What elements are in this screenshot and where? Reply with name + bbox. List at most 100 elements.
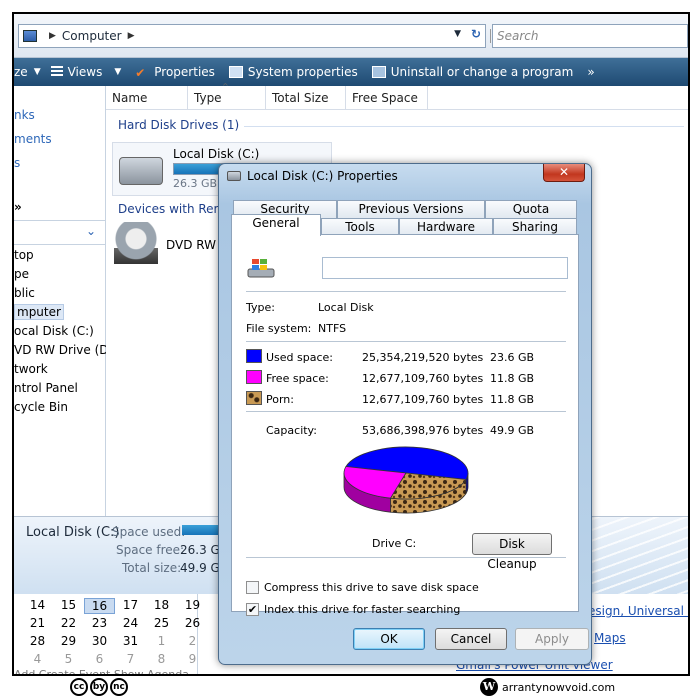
search-input[interactable]: Search — [490, 24, 688, 48]
calendar-day[interactable]: 22 — [53, 616, 84, 630]
hard-drive-icon — [119, 157, 163, 185]
calendar-day-today[interactable]: 16 — [84, 598, 115, 614]
disk-cleanup-button[interactable]: Disk Cleanup — [472, 533, 552, 571]
calendar-week-row: 28 29 30 31 1 2 — [22, 634, 208, 648]
compress-checkbox[interactable] — [246, 581, 259, 594]
tab-previous-versions[interactable]: Previous Versions — [337, 200, 485, 218]
drive-caption: Drive C: — [372, 537, 417, 550]
ok-button[interactable]: OK — [353, 628, 425, 650]
calendar-day[interactable]: 5 — [53, 652, 84, 666]
apply-button[interactable]: Apply — [515, 628, 589, 650]
column-type-label: Type — [194, 91, 222, 105]
more-favorites-button[interactable]: » — [14, 200, 22, 214]
calendar-day[interactable]: 7 — [115, 652, 146, 666]
uninstall-button[interactable]: Uninstall or change a program — [371, 65, 573, 79]
calendar-week-row: 21 22 23 24 25 26 — [22, 616, 208, 630]
tab-quota[interactable]: Quota — [485, 200, 577, 218]
tree-item-computer[interactable]: mputer — [14, 304, 64, 320]
calendar-day[interactable]: 24 — [115, 616, 146, 630]
chevron-down-icon[interactable]: ▼ — [454, 29, 461, 39]
calendar-day[interactable]: 19 — [177, 598, 208, 614]
views-button[interactable]: Views ▼ — [50, 65, 121, 79]
column-headers: Name Type ^ Total Size Free Space — [106, 82, 688, 110]
compress-label[interactable]: Compress this drive to save disk space — [264, 581, 479, 594]
calendar-day[interactable]: 4 — [22, 652, 53, 666]
free-space-bytes: 12,677,109,760 bytes — [362, 372, 484, 385]
capacity-label: Capacity: — [266, 424, 317, 437]
breadcrumb-computer[interactable]: Computer — [62, 29, 122, 43]
calendar-day[interactable]: 8 — [146, 652, 177, 666]
cancel-button[interactable]: Cancel — [435, 628, 507, 650]
tree-item-network[interactable]: twork — [14, 362, 48, 376]
refresh-icon[interactable]: ↻ — [471, 27, 481, 41]
close-button[interactable]: ✕ — [543, 164, 585, 182]
background-link-maps[interactable]: Maps — [594, 631, 626, 645]
properties-button[interactable]: ✔ Properties — [135, 65, 215, 80]
calendar-day[interactable]: 21 — [22, 616, 53, 630]
file-system-value: NTFS — [318, 322, 347, 335]
tree-item-control-panel[interactable]: ntrol Panel — [14, 381, 78, 395]
tree-item-desktop[interactable]: top — [14, 248, 34, 262]
group-header-hard-disks[interactable]: Hard Disk Drives (1) — [118, 118, 239, 132]
nav-divider — [14, 244, 106, 245]
calendar-gadget: 14 15 16 17 18 19 21 22 23 24 25 26 28 2… — [14, 594, 200, 674]
calendar-day[interactable]: 26 — [177, 616, 208, 630]
calendar-day[interactable]: 17 — [115, 598, 146, 614]
calendar-day[interactable]: 15 — [53, 598, 84, 614]
more-commands-button[interactable]: » — [587, 65, 594, 79]
porn-gb: 11.8 GB — [490, 393, 535, 406]
calendar-day[interactable]: 30 — [84, 634, 115, 648]
calendar-day[interactable]: 14 — [22, 598, 53, 614]
calendar-day[interactable]: 9 — [177, 652, 208, 666]
calendar-day[interactable]: 28 — [22, 634, 53, 648]
tree-item-local-disk[interactable]: ocal Disk (C:) — [14, 324, 94, 338]
views-label: Views — [67, 65, 103, 79]
dvd-drive-icon[interactable] — [114, 222, 158, 264]
command-bar: ze ▼ Views ▼ ✔ Properties System propert… — [14, 58, 688, 86]
tree-item-public[interactable]: blic — [14, 286, 35, 300]
dialog-titlebar[interactable]: Local Disk (C:) Properties — [227, 169, 398, 183]
drive-label-input[interactable] — [322, 257, 568, 279]
sort-arrow-icon: ^ — [222, 82, 229, 91]
calendar-day[interactable]: 6 — [84, 652, 115, 666]
address-bar[interactable]: ▶ Computer ▶ ▼ ↻ — [18, 24, 486, 48]
calendar-day[interactable]: 18 — [146, 598, 177, 614]
chevron-down-icon[interactable]: ⌄ — [86, 224, 96, 238]
column-total-size[interactable]: Total Size — [266, 86, 346, 109]
system-properties-button[interactable]: System properties — [228, 65, 358, 79]
creative-commons-icon: cc — [70, 678, 88, 696]
free-space-swatch — [246, 370, 262, 384]
tab-general[interactable]: General — [231, 214, 321, 236]
breadcrumb-arrow-icon[interactable]: ▶ — [128, 31, 135, 41]
calendar-day[interactable]: 29 — [53, 634, 84, 648]
calendar-footer[interactable]: Add Create Event Show Agenda — [14, 668, 189, 674]
favorite-link-more[interactable]: s — [14, 156, 20, 170]
capacity-bytes: 53,686,398,976 bytes — [362, 424, 484, 437]
tree-item-recycle-bin[interactable]: cycle Bin — [14, 400, 68, 414]
watermark-logo: W arrantynowvoid.com — [480, 678, 615, 696]
favorite-link-links[interactable]: nks — [14, 108, 35, 122]
details-total-size-label: Total size: — [122, 561, 182, 575]
organize-button[interactable]: ze ▼ — [14, 65, 41, 79]
calendar-week-row: 14 15 16 17 18 19 — [22, 598, 208, 614]
calendar-day[interactable]: 31 — [115, 634, 146, 648]
favorite-link-documents[interactable]: ments — [14, 132, 52, 146]
properties-label: Properties — [154, 65, 215, 79]
breadcrumb-arrow-icon[interactable]: ▶ — [49, 31, 56, 41]
group-header-removable[interactable]: Devices with Remo — [118, 202, 233, 216]
calendar-day[interactable]: 23 — [84, 616, 115, 630]
porn-swatch — [246, 391, 262, 405]
column-free-space[interactable]: Free Space — [346, 86, 428, 109]
windows-drive-icon — [247, 259, 275, 278]
index-checkbox[interactable]: ✔ — [246, 603, 259, 616]
used-space-gb: 23.6 GB — [490, 351, 535, 364]
tree-item-dvd-drive[interactable]: VD RW Drive (D:) — [14, 343, 117, 357]
background-link[interactable]: esign, Universal S — [588, 604, 688, 618]
index-label[interactable]: Index this drive for faster searching — [264, 603, 460, 616]
calendar-day[interactable]: 1 — [146, 634, 177, 648]
calendar-day[interactable]: 25 — [146, 616, 177, 630]
tree-item-user[interactable]: pe — [14, 267, 29, 281]
calendar-day[interactable]: 2 — [177, 634, 208, 648]
column-name[interactable]: Name — [106, 86, 188, 109]
column-type[interactable]: Type ^ — [188, 82, 266, 109]
